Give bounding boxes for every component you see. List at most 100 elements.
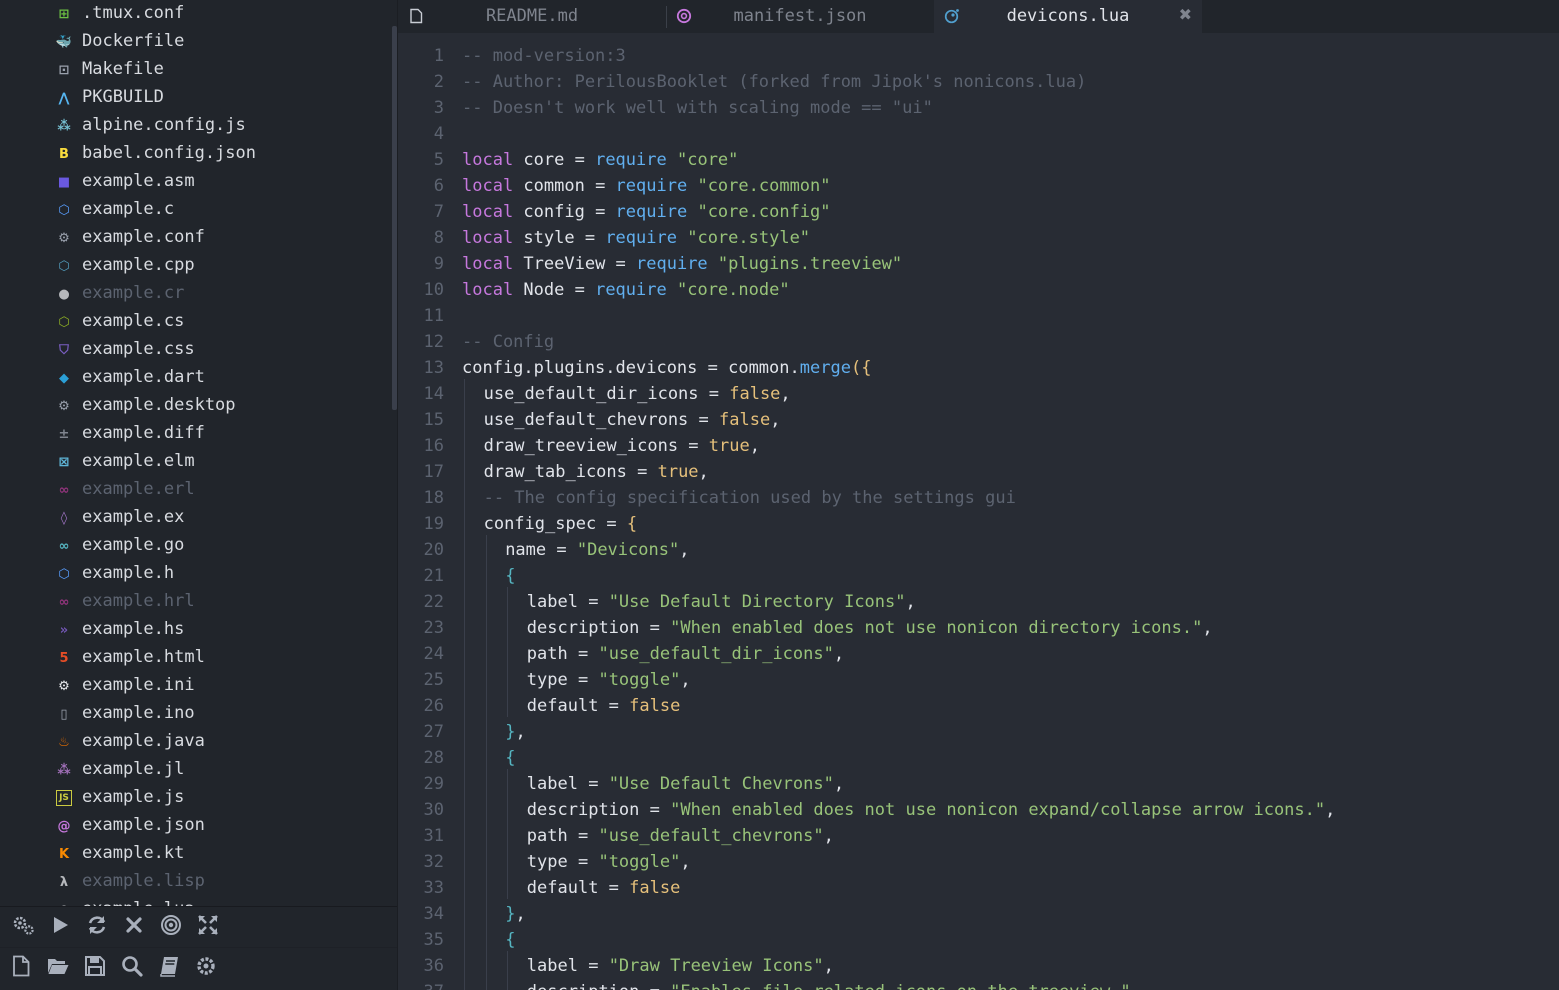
fullscreen-button[interactable] [194,914,222,940]
file-name: example.c [82,199,175,219]
line-number: 18 [423,488,444,508]
code-line: 9 local TreeView = require "plugins.treev… [398,249,1559,275]
code-token: , [905,592,916,612]
code-text: local config = require "core.config" [462,202,831,222]
file-tree-item[interactable]: ⛉ example.css [0,336,392,364]
arch-icon: ⋀ [58,90,70,106]
line-number: 1 [433,46,444,66]
code-editor[interactable]: 1 -- mod-version:3 2 -- Author: PerilousBoo… [398,33,1559,990]
file-tree-item[interactable]: Bbabel.config.json [0,140,392,168]
file-name: example.hrl [82,591,195,611]
code-token: false [719,410,771,430]
code-token: , [823,826,834,846]
file-tree-item[interactable]: ⚙ example.desktop [0,392,392,420]
close-tab-icon[interactable]: ✖ [1179,5,1192,24]
new-file-button[interactable] [7,955,35,981]
file-tree-item[interactable]: λ example.lisp [0,868,392,896]
file-tree-item[interactable]: » example.hs [0,616,392,644]
tree-scrollbar[interactable] [392,26,397,410]
file-tree-item[interactable]: ⬡ example.h [0,560,392,588]
file-tree-item[interactable]: JS example.js [0,784,392,812]
code-line: 30 description = "When enabled does not u… [398,795,1559,821]
file-tree-item[interactable]: ▯ example.ino [0,700,392,728]
code-token: config_spec = [483,514,627,534]
c-icon: ⬡ [58,202,70,218]
tab-manifest-json[interactable]: manifest.json [666,0,934,33]
line-number: 7 [433,202,444,222]
tab-devicons-lua[interactable]: devicons.lua ✖ [934,0,1202,33]
code-line: 3 -- Doesn't work well with scaling mode … [398,93,1559,119]
line-number: 2 [433,72,444,92]
code-token: { [505,566,516,586]
settings-button[interactable] [9,914,37,940]
file-tree-item[interactable]: ♨ example.java [0,728,392,756]
code-token: , [770,410,781,430]
file-tree-item[interactable]: ∞ example.hrl [0,588,392,616]
code-token: , [833,774,845,794]
file-name: example.cs [82,311,185,331]
file-tree-item[interactable]: ⚙ example.ini [0,672,392,700]
code-line: 23 description = "When enabled does not u… [398,613,1559,639]
line-number: 34 [423,904,444,924]
file-tree-item[interactable]: ⬡ example.cs [0,308,392,336]
code-line: 21 { [398,561,1559,587]
run-button[interactable] [46,914,74,940]
file-tree-item[interactable]: ◊ example.ex [0,504,392,532]
line-number: 25 [423,670,444,690]
code-text: draw_treeview_icons = true, [484,436,760,456]
open-folder-button[interactable] [44,955,72,981]
save-button[interactable] [81,955,109,981]
code-token: config.plugins.devicons = common. [462,358,800,378]
file-tree-item[interactable]: ⊠ example.elm [0,448,392,476]
code-text: description = "When enabled does not use… [527,800,1336,820]
line-number: 21 [423,566,444,586]
file-tree-item[interactable]: ⚙ example.conf [0,224,392,252]
file-tree-item[interactable]: ◆ example.dart [0,364,392,392]
code-text: label = "Use Default Chevrons", [527,774,844,794]
file-tree-item[interactable]: ● example.cr [0,280,392,308]
tab-label: devicons.lua [1006,6,1130,26]
file-tree-item[interactable]: Kexample.kt [0,840,392,868]
file-tree-item[interactable]: ●example.lua [0,896,392,906]
file-tree-item[interactable]: @ example.json [0,812,392,840]
locate-button[interactable] [157,914,185,940]
code-token: path = [526,826,599,846]
code-text: local TreeView = require "plugins.treevi… [462,254,902,274]
reload-button[interactable] [83,914,111,940]
code-text: { [505,748,515,768]
code-token: description = [526,800,671,820]
file-tree-item[interactable]: 5 example.html [0,644,392,672]
file-tree-item[interactable]: ∞ example.go [0,532,392,560]
search-button[interactable] [118,955,146,981]
tab-readme-md[interactable]: README.md [398,0,666,33]
file-tree-item[interactable]: ⊞ .tmux.conf [0,0,392,28]
code-line: 16 draw_treeview_icons = true, [398,431,1559,457]
line-number: 11 [423,306,444,326]
line-number: 13 [423,358,444,378]
docs-button[interactable] [155,955,183,981]
kotlin-icon: K [58,846,70,862]
code-text: local Node = require "core.node" [462,280,790,300]
json-icon: @ [57,818,71,834]
go-icon: ∞ [58,538,70,554]
file-tree-item[interactable]: ⬡ example.c [0,196,392,224]
file-tree-item[interactable]: ⋀ PKGBUILD [0,84,392,112]
file-tree-item[interactable]: ⬡ example.cpp [0,252,392,280]
code-token: draw_treeview_icons = [483,436,709,456]
line-number: 37 [398,982,444,990]
close-button[interactable] [120,914,148,940]
file-tree-item[interactable]: ■ example.asm [0,168,392,196]
erlang-icon: ∞ [58,594,70,610]
file-tree-item[interactable]: 🐳 Dockerfile [0,28,392,56]
file-name: Makefile [82,59,164,79]
file-tree-item[interactable]: ∞ example.erl [0,476,392,504]
code-line: 14 use_default_dir_icons = false, [398,379,1559,405]
file-tree-item[interactable]: ⊡ Makefile [0,56,392,84]
file-tree-item[interactable]: ⁂ alpine.config.js [0,112,392,140]
file-tree-item[interactable]: ⁂ example.jl [0,756,392,784]
preferences-button[interactable] [192,955,220,981]
file-tree-item[interactable]: ± example.diff [0,420,392,448]
file-name: example.html [82,647,205,667]
code-text: -- mod-version:3 [462,46,626,66]
dart-icon: ◆ [59,370,69,386]
